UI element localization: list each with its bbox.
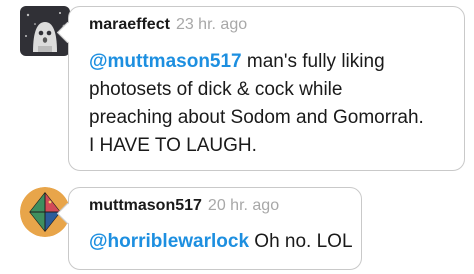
comment-line-text: man's fully liking (241, 51, 385, 72)
comment-text: @horriblewarlock Oh no. LOL (89, 228, 353, 256)
comment-line: @horriblewarlock Oh no. LOL (89, 228, 353, 256)
mention-link[interactable]: @muttmason517 (89, 51, 242, 72)
mention-link[interactable]: @horriblewarlock (89, 231, 249, 252)
timestamp: 23 hr. ago (175, 16, 248, 33)
comment-bubble: maraeffect 23 hr. ago @muttmason517 man's… (68, 6, 465, 171)
comment-line-text: Oh no. LOL (249, 231, 353, 252)
username[interactable]: muttmason517 (89, 197, 202, 214)
username[interactable]: maraeffect (89, 16, 170, 33)
comment-line: I HAVE TO LAUGH. (89, 135, 257, 156)
comment-bubble: muttmason517 20 hr. ago @horriblewarlock … (68, 187, 362, 270)
timestamp: 20 hr. ago (207, 197, 280, 214)
comment-line: photosets of dick & cock while (89, 79, 343, 100)
comment-line: @muttmason517 man's fully liking (89, 48, 424, 76)
comment-text: @muttmason517 man's fully liking photose… (89, 48, 424, 160)
comment-line: preaching about Sodom and Gomorrah. (89, 107, 424, 128)
comment-header: maraeffect 23 hr. ago (89, 16, 247, 34)
comment-header: muttmason517 20 hr. ago (89, 197, 279, 215)
